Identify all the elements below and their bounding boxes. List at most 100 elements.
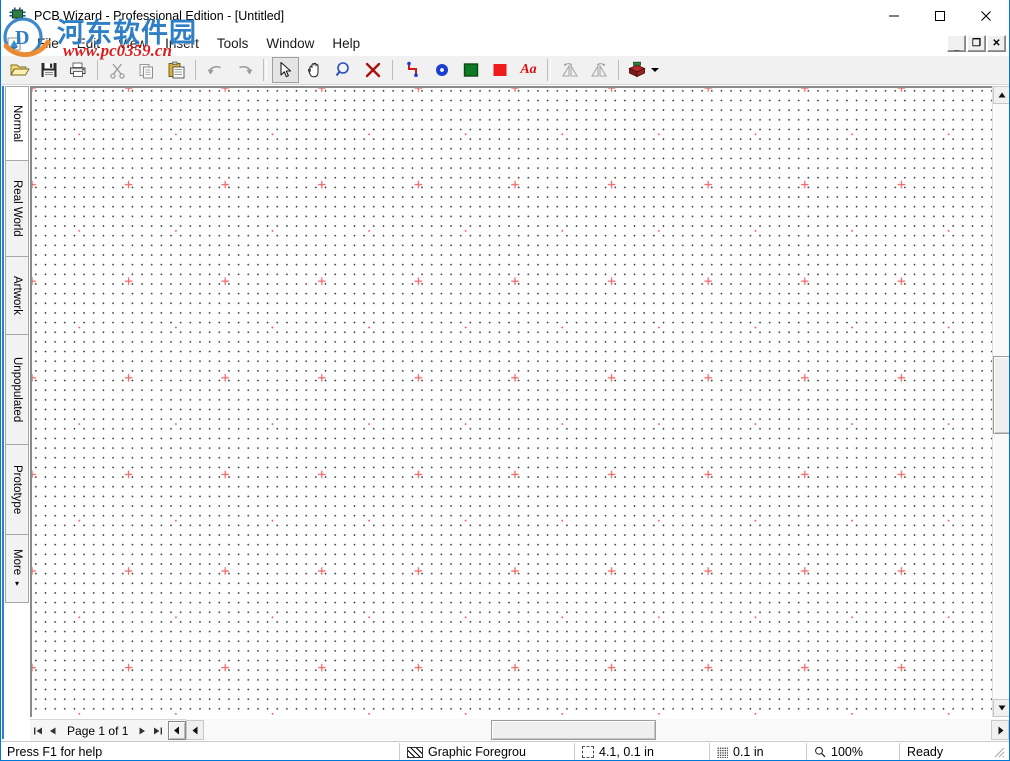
text-aa-icon[interactable]: Aa	[515, 57, 542, 83]
pan-hand-icon[interactable]	[301, 57, 328, 83]
track-tool-icon[interactable]	[399, 57, 426, 83]
mdi-minimize-glyph: _	[953, 40, 960, 52]
via-pad-icon[interactable]	[428, 57, 455, 83]
redo-arrow-icon[interactable]	[231, 57, 258, 83]
paste-clipboard-icon[interactable]	[162, 57, 189, 83]
next-page-icon[interactable]	[134, 721, 150, 740]
scroll-right-icon[interactable]	[991, 720, 1009, 740]
status-zoom-label: 100%	[831, 745, 863, 759]
hatched-square-icon	[407, 746, 423, 758]
main-toolbar: Aa	[1, 56, 1009, 85]
print-icon[interactable]	[64, 57, 91, 83]
cut-scissors-icon[interactable]	[104, 57, 131, 83]
flip-horizontal-icon[interactable]	[556, 57, 583, 83]
title-bar: PCB Wizard - Professional Edition - [Unt…	[1, 0, 1009, 31]
toolbox-icon[interactable]	[625, 57, 649, 83]
save-floppy-icon[interactable]	[35, 57, 62, 83]
application-window: PCB Wizard - Professional Edition - [Unt…	[0, 0, 1010, 761]
status-layer-pane[interactable]: Graphic Foregrou	[399, 743, 574, 760]
mdi-window-controls: _ ❐ ✕	[947, 35, 1006, 52]
sidebar-tab-strip: Normal Real World Artwork Unpopulated Pr…	[5, 86, 29, 603]
magnifier-icon	[815, 746, 826, 758]
toolbar-separator	[195, 60, 196, 80]
menu-item-insert[interactable]: Insert	[156, 34, 208, 53]
status-coords-pane: 4.1, 0.1 in	[574, 743, 709, 760]
mdi-close-glyph: ✕	[992, 37, 1001, 49]
status-grid-label: 0.1 in	[733, 745, 764, 759]
position-rect-icon	[582, 746, 594, 758]
sidebar-item-label: Artwork	[11, 276, 23, 315]
flip-vertical-icon[interactable]	[585, 57, 612, 83]
mdi-close-button[interactable]: ✕	[987, 35, 1006, 52]
sidebar-item-label: Prototype	[11, 464, 23, 515]
prev-page-icon[interactable]	[46, 721, 62, 740]
mdi-document-icon[interactable]	[6, 36, 22, 52]
page-scroll-left-button[interactable]	[168, 721, 186, 740]
menu-item-window[interactable]: Window	[257, 34, 323, 53]
vscroll-thumb[interactable]	[993, 356, 1009, 434]
sidebar-item-label: Normal	[11, 104, 23, 143]
toolbar-separator	[547, 59, 551, 81]
status-bar: Press F1 for help Graphic Foregrou 4.1, …	[1, 741, 1009, 760]
copy-icon[interactable]	[133, 57, 160, 83]
pcb-chip-icon	[9, 7, 27, 25]
scroll-up-icon[interactable]	[993, 86, 1009, 104]
scroll-left-icon[interactable]	[186, 720, 204, 740]
menu-item-edit[interactable]: Edit	[68, 34, 109, 53]
vertical-scrollbar[interactable]	[992, 86, 1009, 717]
zoom-magnifier-icon[interactable]	[330, 57, 357, 83]
green-square-icon[interactable]	[457, 57, 484, 83]
sidebar-item-more[interactable]: More ▾	[6, 535, 28, 603]
page-indicator-label: Page 1 of 1	[67, 723, 129, 738]
menu-item-help[interactable]: Help	[323, 34, 369, 53]
menu-bar: File Edit View Insert Tools Window Help …	[1, 31, 1009, 57]
last-page-icon[interactable]	[150, 721, 166, 740]
sidebar-item-label: Real World	[11, 180, 23, 237]
scroll-down-icon[interactable]	[993, 699, 1009, 717]
menu-item-file[interactable]: File	[28, 34, 68, 53]
sidebar-item-real-world[interactable]: Real World	[6, 161, 28, 257]
menu-item-tools[interactable]: Tools	[208, 34, 258, 53]
status-coords-label: 4.1, 0.1 in	[599, 745, 654, 759]
mdi-restore-glyph: ❐	[972, 37, 981, 49]
status-state-label: Ready	[907, 745, 944, 759]
undo-arrow-icon[interactable]	[202, 57, 229, 83]
open-folder-icon[interactable]	[6, 57, 33, 83]
select-arrow-icon[interactable]	[272, 57, 299, 83]
minimize-icon[interactable]	[871, 0, 917, 31]
sidebar-accent-bar	[2, 86, 4, 739]
chevron-down-icon[interactable]	[651, 68, 659, 72]
page-navigation-bar: Page 1 of 1	[30, 719, 186, 741]
toolbar-separator	[263, 59, 267, 81]
sidebar-item-unpopulated[interactable]: Unpopulated	[6, 335, 28, 445]
layer-tabs-sidebar: Normal Real World Artwork Unpopulated Pr…	[2, 86, 29, 739]
window-title: PCB Wizard - Professional Edition - [Unt…	[34, 8, 285, 23]
mdi-minimize-button[interactable]: _	[947, 35, 966, 52]
status-state-pane: Ready	[899, 743, 988, 760]
pcb-canvas[interactable]	[30, 86, 992, 717]
menu-item-view[interactable]: View	[109, 34, 156, 53]
sidebar-item-prototype[interactable]: Prototype	[6, 445, 28, 535]
red-square-icon[interactable]	[486, 57, 513, 83]
chevron-down-icon: ▾	[14, 578, 19, 588]
toolbar-separator	[618, 60, 619, 80]
resize-grip-icon[interactable]	[992, 745, 1006, 759]
canvas-major-crosses	[32, 88, 992, 717]
window-controls	[871, 0, 1009, 31]
sidebar-item-label: Unpopulated	[11, 356, 23, 423]
sidebar-item-normal[interactable]: Normal	[6, 87, 28, 161]
close-icon[interactable]	[963, 0, 1009, 31]
delete-x-icon[interactable]	[359, 57, 386, 83]
hscroll-thumb[interactable]	[491, 720, 656, 740]
sidebar-item-artwork[interactable]: Artwork	[6, 257, 28, 335]
first-page-icon[interactable]	[30, 721, 46, 740]
status-grid-pane[interactable]: 0.1 in	[709, 743, 806, 760]
horizontal-scrollbar[interactable]	[186, 719, 1009, 740]
status-help-text: Press F1 for help	[7, 745, 103, 759]
status-layer-label: Graphic Foregrou	[428, 745, 526, 759]
maximize-icon[interactable]	[917, 0, 963, 31]
toolbar-separator	[97, 60, 98, 80]
status-zoom-pane[interactable]: 100%	[806, 743, 899, 760]
mdi-restore-button[interactable]: ❐	[967, 35, 986, 52]
sidebar-item-label: More	[11, 549, 23, 576]
